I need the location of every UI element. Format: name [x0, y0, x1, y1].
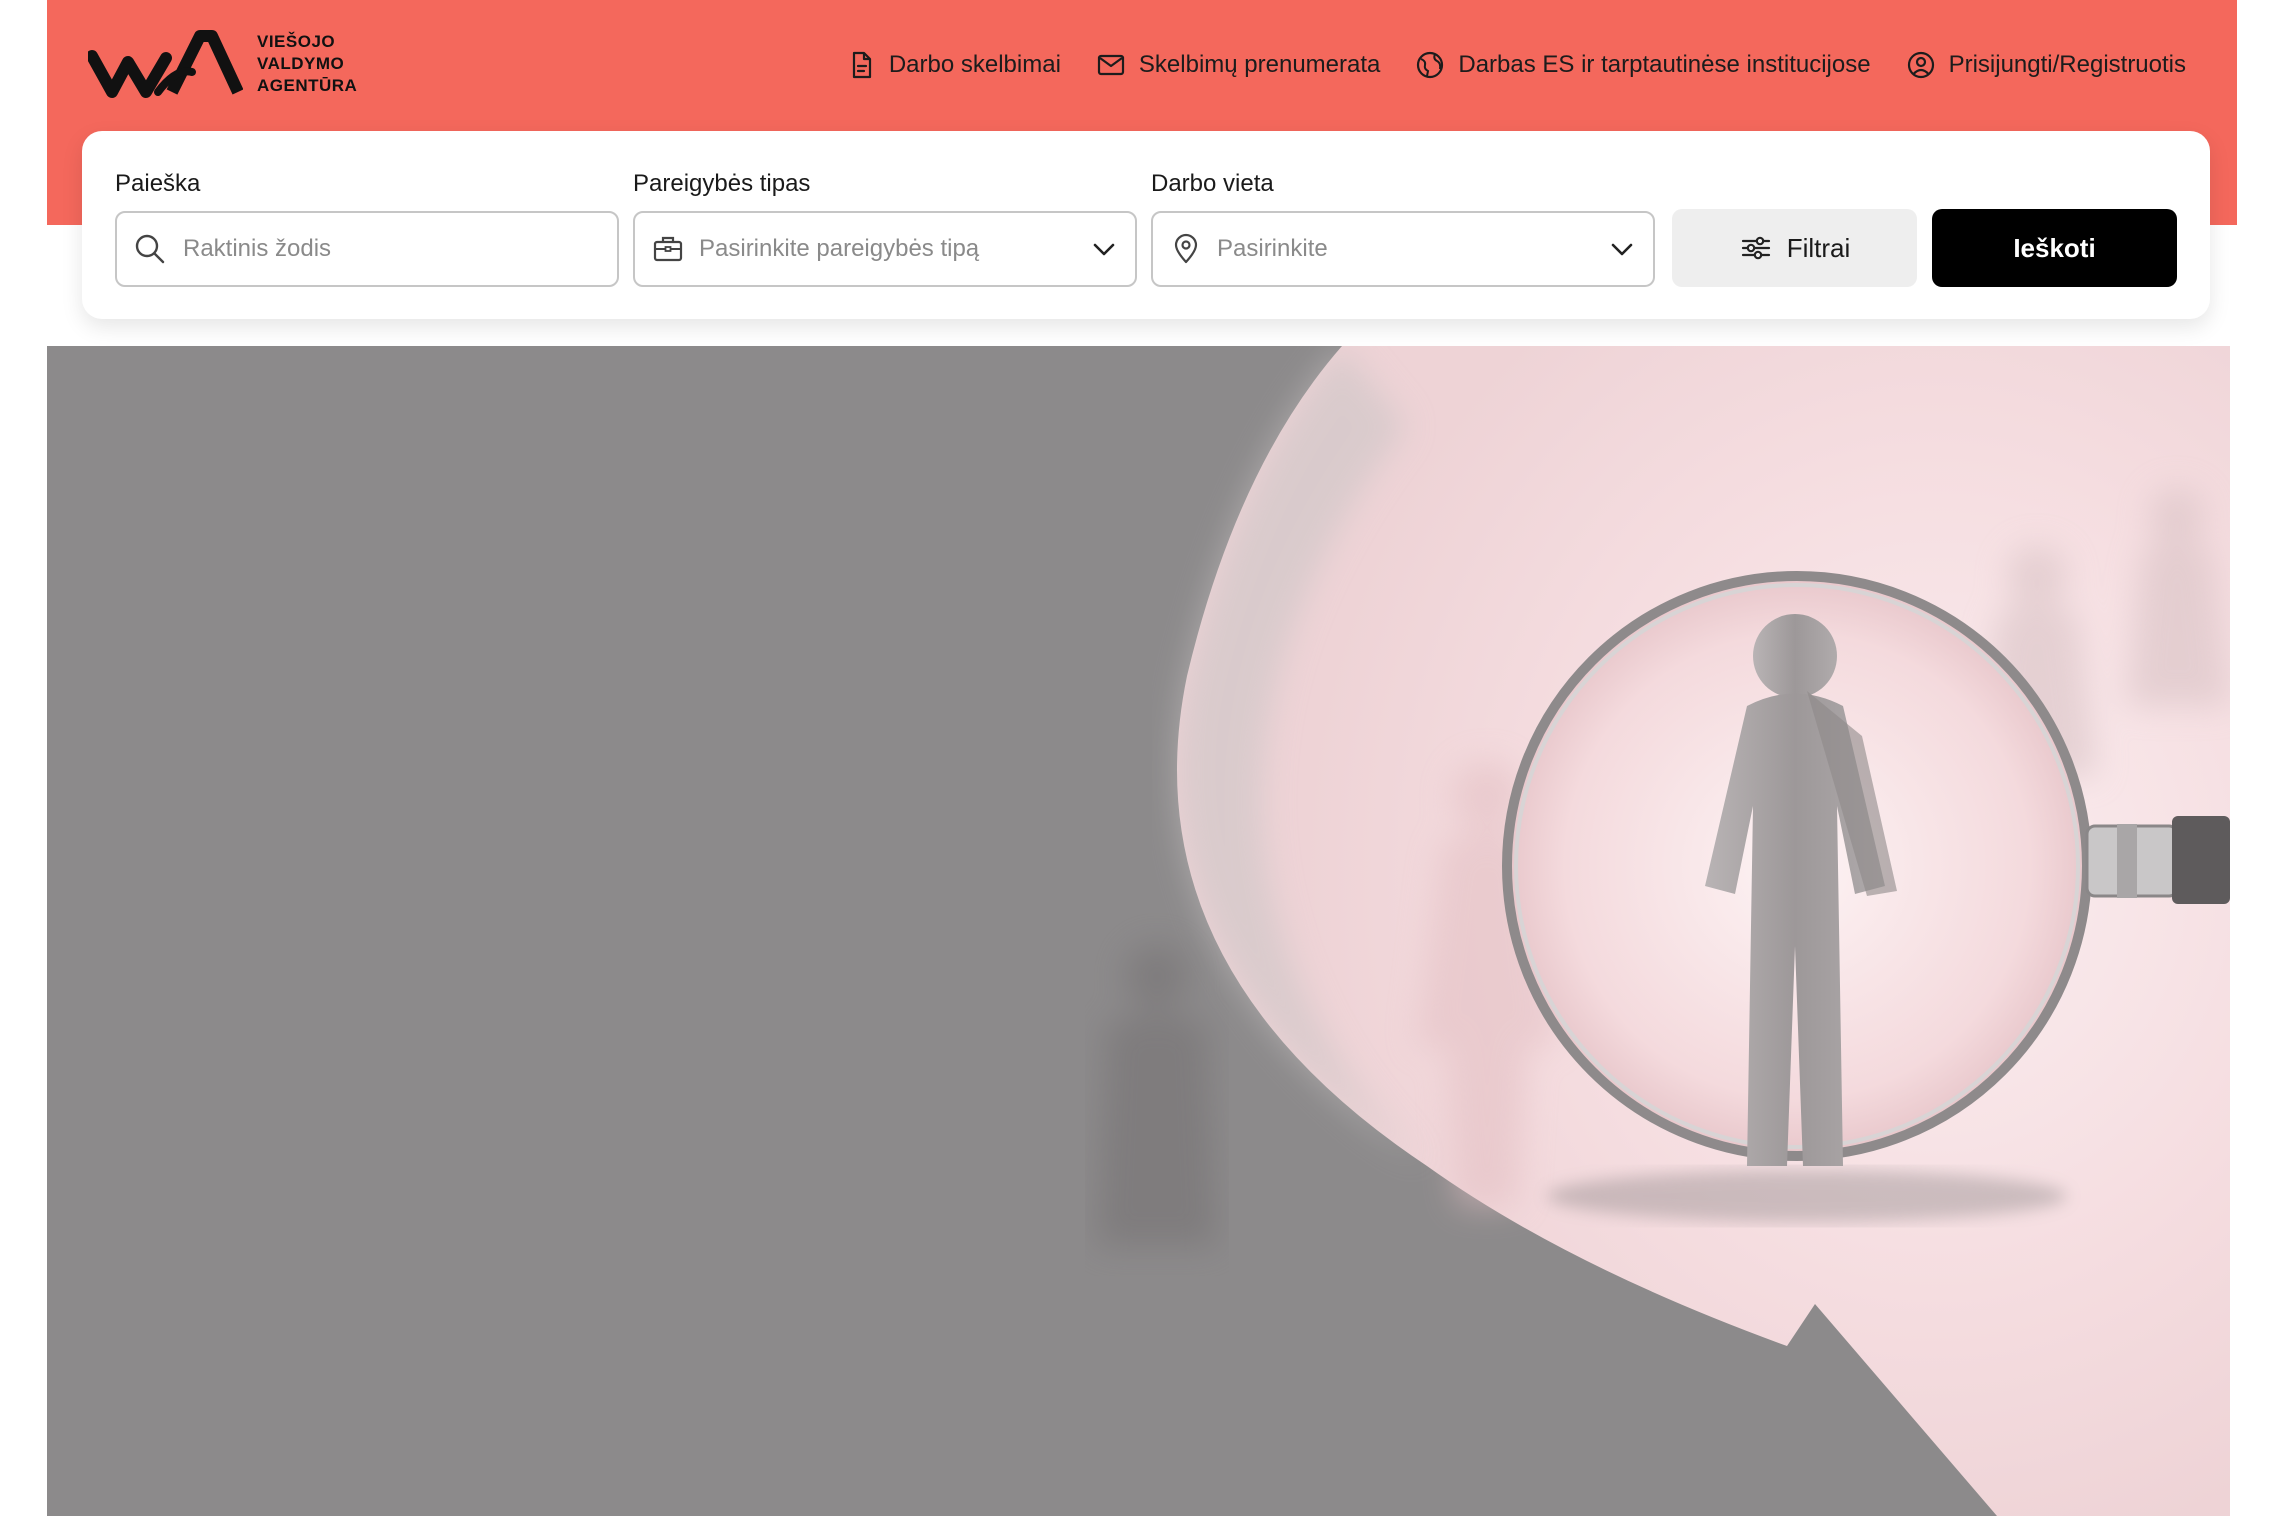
briefcase-icon — [653, 236, 683, 262]
keyword-input[interactable] — [181, 234, 601, 264]
chevron-down-icon — [1611, 243, 1633, 256]
search-panel: Paieška Pareigybės tipas Pasirinkite par… — [82, 131, 2210, 319]
nav-item-job-ads[interactable]: Darbo skelbimai — [845, 49, 1061, 81]
keyword-field-group: Paieška — [115, 169, 619, 287]
hero-image — [47, 346, 2230, 1516]
globe-icon — [1417, 51, 1444, 79]
nav-label-subscription: Skelbimų prenumerata — [1138, 51, 1381, 78]
search-icon — [135, 234, 165, 264]
keyword-label: Paieška — [115, 170, 201, 197]
logo[interactable]: VIEŠOJO VALDYMO AGENTŪRA — [88, 28, 357, 100]
document-icon — [852, 51, 871, 79]
main-nav: Darbo skelbimai Skelbimų prenumerata Dar… — [811, 40, 2186, 90]
position-type-select[interactable]: Pasirinkite pareigybės tipą — [633, 211, 1137, 287]
nav-item-login[interactable]: Prisijungti/Registruotis — [1905, 49, 2186, 81]
position-type-label: Pareigybės tipas — [633, 170, 811, 197]
hero-banner — [47, 346, 2230, 1516]
chevron-down-icon — [1093, 243, 1115, 256]
map-pin-icon — [1174, 233, 1198, 264]
user-circle-icon — [1907, 51, 1934, 79]
search-submit-button[interactable]: Ieškoti — [1932, 209, 2177, 287]
keyword-box — [115, 211, 619, 287]
envelope-icon — [1097, 54, 1125, 76]
logo-line-1: VIEŠOJO — [257, 32, 336, 51]
nav-label-job-ads: Darbo skelbimai — [888, 51, 1061, 78]
filters-button[interactable]: Filtrai — [1672, 209, 1917, 287]
location-placeholder: Pasirinkite — [1217, 235, 1328, 262]
search-submit-label: Ieškoti — [2013, 232, 2096, 263]
location-select[interactable]: Pasirinkite — [1151, 211, 1655, 287]
location-label: Darbo vieta — [1151, 170, 1274, 197]
sliders-icon — [1741, 236, 1770, 260]
nav-label-eu-jobs: Darbas ES ir tarptautinėse institucijose — [1458, 51, 1871, 78]
logo-text: VIEŠOJO VALDYMO AGENTŪRA — [257, 31, 357, 97]
position-type-placeholder: Pasirinkite pareigybės tipą — [699, 235, 980, 262]
logo-mark-icon — [88, 30, 243, 98]
logo-line-2: VALDYMO — [257, 54, 345, 73]
position-type-field-group: Pareigybės tipas Pasirinkite pareigybės … — [633, 169, 1137, 287]
filters-button-label: Filtrai — [1786, 232, 1851, 263]
nav-label-login: Prisijungti/Registruotis — [1948, 51, 2186, 78]
location-field-group: Darbo vieta Pasirinkite — [1151, 169, 1655, 287]
nav-item-subscription[interactable]: Skelbimų prenumerata — [1095, 49, 1380, 81]
nav-item-eu-jobs[interactable]: Darbas ES ir tarptautinėse institucijose — [1414, 49, 1871, 81]
logo-line-3: AGENTŪRA — [257, 76, 358, 95]
